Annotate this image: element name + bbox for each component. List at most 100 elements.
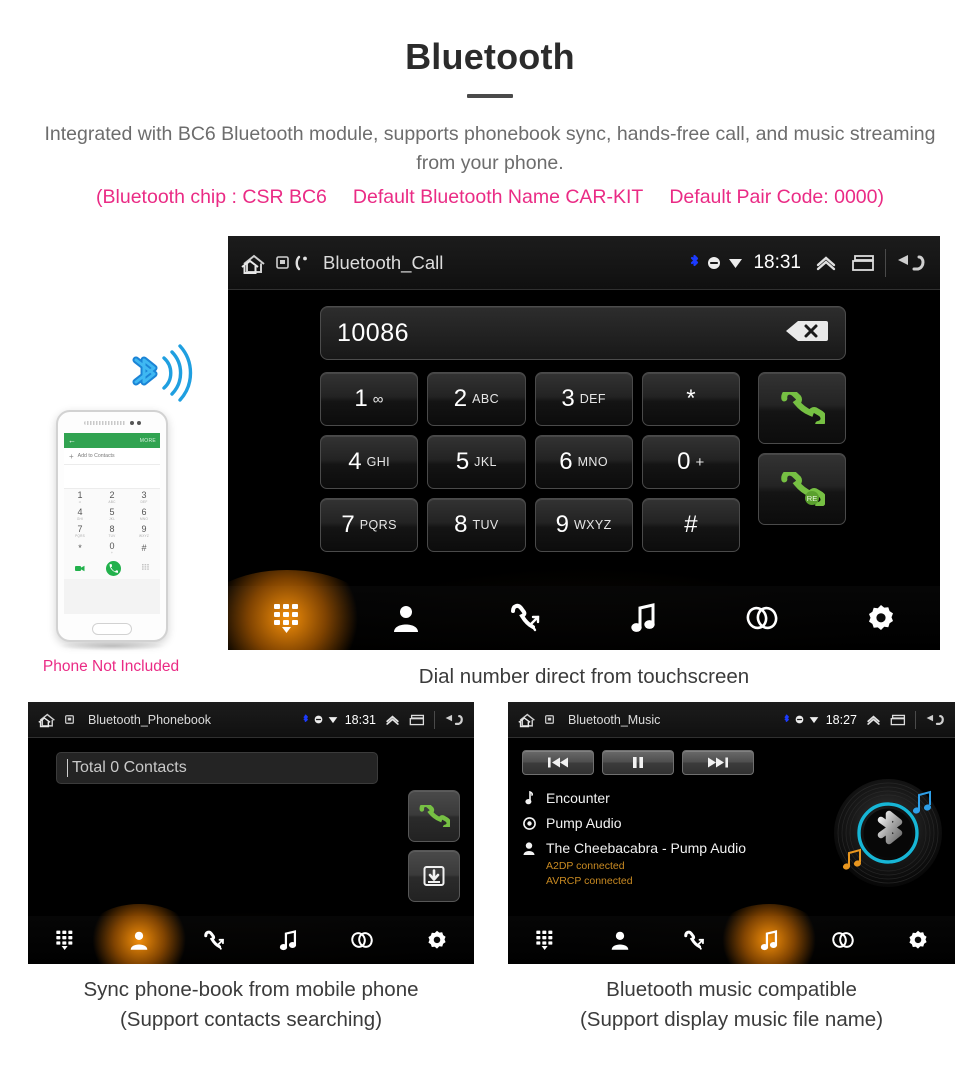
phone-key: 0 + [109, 541, 115, 556]
artist-icon [522, 841, 536, 855]
chevron-up-icon[interactable] [815, 254, 837, 272]
home-icon[interactable] [517, 711, 539, 728]
text-caret [67, 759, 68, 777]
wifi-icon [328, 715, 338, 724]
next-track-button[interactable] [682, 750, 754, 775]
track-title-row: Encounter [522, 790, 802, 806]
album-icon [522, 816, 536, 830]
toolbar-item-settings[interactable] [881, 916, 956, 964]
screen-title: Bluetooth_Music [568, 712, 661, 727]
contacts-search-placeholder: Total 0 Contacts [72, 759, 187, 776]
spec-pair-code: Default Pair Code: 0000) [669, 186, 884, 208]
toolbar-item-dialpad[interactable] [228, 586, 347, 650]
chevron-up-icon[interactable] [385, 714, 400, 726]
track-metadata: Encounter Pump Audio The Cheebacabra - P… [522, 790, 802, 889]
main-screen-caption: Dial number direct from touchscreen [418, 665, 750, 688]
toolbar-item-contacts[interactable] [347, 586, 466, 650]
back-icon[interactable] [894, 251, 928, 275]
call-button[interactable] [758, 372, 846, 444]
phone-key: 8 TUV [108, 524, 116, 539]
clock: 18:31 [344, 712, 376, 727]
track-artist: The Cheebacabra - Pump Audio [546, 840, 747, 856]
phonebook-caption-line1: Sync phone-book from mobile phone [83, 978, 419, 1001]
phone-action-row [64, 557, 160, 579]
phone-home-button [92, 623, 132, 635]
toolbar-item-link[interactable] [806, 916, 881, 964]
bottom-toolbar [228, 586, 940, 650]
key-1[interactable]: 1 ∞ [320, 372, 419, 426]
back-icon[interactable] [443, 712, 465, 728]
key-2[interactable]: 2 ABC [427, 372, 526, 426]
recents-icon[interactable] [851, 254, 877, 272]
key-9[interactable]: 9 WXYZ [534, 498, 633, 552]
contacts-search-input[interactable]: Total 0 Contacts [56, 752, 378, 784]
recents-icon[interactable] [409, 714, 426, 726]
sdcard-icon [276, 256, 289, 269]
back-icon[interactable] [924, 712, 946, 728]
spec-chip: (Bluetooth chip : CSR BC6 [96, 186, 327, 208]
key-7[interactable]: 7 PQRS [320, 498, 419, 552]
home-icon[interactable] [37, 711, 59, 728]
keypad: 1 ∞ 2 ABC 3 DEF * 4 GHI 5 JKL 6 MNO 0 + 7 PQRS 8… [320, 372, 846, 552]
clock: 18:31 [753, 251, 801, 273]
toolbar-item-link[interactable] [325, 916, 399, 964]
spec-default-name: Default Bluetooth Name CAR-KIT [352, 186, 644, 208]
home-icon[interactable] [240, 251, 270, 275]
key-3[interactable]: 3 DEF [534, 372, 633, 426]
spec-line: (Bluetooth chip : CSR BC6 Default Bluetoo… [20, 186, 960, 209]
redial-button[interactable]: RE [758, 453, 846, 525]
toolbar-item-contacts[interactable] [583, 916, 658, 964]
key-star[interactable]: * [641, 372, 740, 426]
wifi-icon [728, 256, 743, 269]
music-caption-line1: Bluetooth music compatible [606, 978, 857, 1001]
toolbar-item-call-history[interactable] [465, 586, 584, 650]
phone-camera [137, 421, 141, 425]
bluetooth-music-screen: Bluetooth_Music 18:27 Encounter Pump Aud… [508, 702, 955, 964]
dial-display[interactable]: 10086 [320, 306, 846, 360]
bluetooth-call-screen: Bluetooth_Call 18:31 10086 1 ∞ 2 ABC 3 D… [228, 236, 940, 650]
phone-key: 6 MNO [139, 507, 149, 522]
key-hash[interactable]: # [641, 498, 740, 552]
toolbar-item-music[interactable] [584, 586, 703, 650]
phone-key: 9 WXYZ [138, 524, 149, 539]
call-button[interactable] [408, 790, 460, 842]
page-subtitle: Integrated with BC6 Bluetooth module, su… [44, 123, 936, 174]
toolbar-item-music[interactable] [251, 916, 325, 964]
phone-back-icon: ← [68, 436, 76, 445]
key-6[interactable]: 6 MNO [534, 435, 633, 489]
phonebook-caption: Sync phone-book from mobile phone (Suppo… [28, 975, 474, 1035]
toolbar-item-contacts[interactable] [102, 916, 176, 964]
previous-track-button[interactable] [522, 750, 594, 775]
toolbar-item-settings[interactable] [821, 586, 940, 650]
toolbar-item-dialpad[interactable] [508, 916, 583, 964]
title-divider [467, 94, 513, 98]
toolbar-item-settings[interactable] [400, 916, 474, 964]
recents-icon[interactable] [890, 714, 907, 726]
music-caption: Bluetooth music compatible (Support disp… [508, 975, 955, 1035]
bluetooth-icon [302, 714, 309, 725]
plus-icon: + [69, 451, 74, 461]
toolbar-item-link[interactable] [703, 586, 822, 650]
call-button-column: RE [758, 372, 846, 525]
toolbar-item-call-history[interactable] [177, 916, 251, 964]
key-0[interactable]: 0 + [641, 435, 740, 489]
phone-mockup: ← MORE + Add to Contacts 1 ∞ 2 ABC 3 DEF 4G… [56, 410, 168, 651]
key-5[interactable]: 5 JKL [427, 435, 526, 489]
backspace-icon[interactable] [785, 318, 829, 349]
pause-button[interactable] [602, 750, 674, 775]
phone-body: ← MORE + Add to Contacts 1 ∞ 2 ABC 3 DEF 4G… [56, 410, 168, 642]
toolbar-item-music[interactable] [732, 916, 807, 964]
phonebook-caption-line2: (Support contacts searching) [119, 1008, 383, 1031]
phone-add-to-contacts-label: Add to Contacts [77, 453, 115, 459]
mute-icon [707, 256, 721, 270]
sdcard-icon [65, 715, 74, 724]
key-8[interactable]: 8 TUV [427, 498, 526, 552]
chevron-up-icon[interactable] [866, 714, 881, 726]
key-4[interactable]: 4 GHI [320, 435, 419, 489]
download-contacts-button[interactable] [408, 850, 460, 902]
phone-screen: ← MORE + Add to Contacts 1 ∞ 2 ABC 3 DEF 4G… [64, 433, 160, 614]
phone-call-button [105, 560, 121, 576]
phone-key: 1 ∞ [77, 490, 83, 505]
phone-number-area [64, 465, 160, 489]
phone-key: 4 GHI [76, 507, 84, 522]
